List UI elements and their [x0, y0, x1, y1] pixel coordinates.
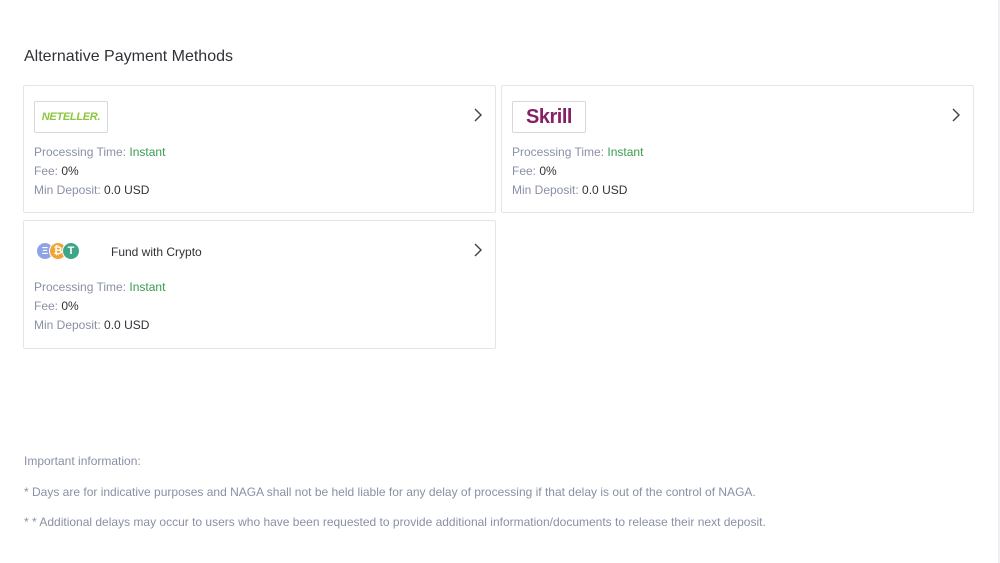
method-details: Processing Time: Instant Fee: 0% Min Dep… [34, 278, 165, 335]
chevron-right-icon [474, 243, 482, 257]
neteller-logo: NETELLER. [34, 101, 108, 133]
min-deposit-row: Min Deposit: 0.0 USD [34, 181, 165, 200]
fee-row: Fee: 0% [34, 162, 165, 181]
important-note-1: * Days are for indicative purposes and N… [24, 485, 756, 499]
processing-time-label: Processing Time: [34, 280, 127, 294]
processing-time-row: Processing Time: Instant [34, 143, 165, 162]
fee-row: Fee: 0% [34, 297, 165, 316]
min-deposit-row: Min Deposit: 0.0 USD [512, 181, 643, 200]
fee-label: Fee: [512, 164, 537, 178]
crypto-method-name: Fund with Crypto [111, 245, 202, 259]
processing-time-label: Processing Time: [512, 145, 605, 159]
chevron-right-icon [952, 108, 960, 122]
fee-value: 0% [61, 164, 79, 178]
section-title: Alternative Payment Methods [24, 48, 233, 65]
min-deposit-value: 0.0 USD [104, 318, 150, 332]
min-deposit-row: Min Deposit: 0.0 USD [34, 316, 165, 335]
processing-time-label: Processing Time: [34, 145, 127, 159]
crypto-coins-icon: Ξ ₿ T [36, 242, 82, 260]
payment-method-card-neteller[interactable]: NETELLER. Processing Time: Instant Fee: … [23, 85, 496, 213]
processing-time-value: Instant [607, 145, 644, 159]
method-details: Processing Time: Instant Fee: 0% Min Dep… [34, 143, 165, 200]
processing-time-value: Instant [129, 280, 166, 294]
payment-method-card-crypto[interactable]: Ξ ₿ T Fund with Crypto Processing Time: … [23, 220, 496, 349]
min-deposit-value: 0.0 USD [582, 183, 628, 197]
chevron-right-icon [474, 108, 482, 122]
processing-time-value: Instant [129, 145, 166, 159]
min-deposit-label: Min Deposit: [512, 183, 579, 197]
fee-row: Fee: 0% [512, 162, 643, 181]
fee-label: Fee: [34, 164, 59, 178]
min-deposit-label: Min Deposit: [34, 183, 101, 197]
fee-value: 0% [539, 164, 557, 178]
min-deposit-label: Min Deposit: [34, 318, 101, 332]
fee-label: Fee: [34, 299, 59, 313]
skrill-logo: Skrill [512, 101, 586, 133]
important-info-title: Important information: [24, 454, 141, 468]
min-deposit-value: 0.0 USD [104, 183, 150, 197]
processing-time-row: Processing Time: Instant [512, 143, 643, 162]
method-details: Processing Time: Instant Fee: 0% Min Dep… [512, 143, 643, 200]
tether-icon: T [62, 242, 80, 260]
fee-value: 0% [61, 299, 79, 313]
processing-time-row: Processing Time: Instant [34, 278, 165, 297]
skrill-logo-text: Skrill [526, 105, 572, 128]
neteller-logo-text: NETELLER. [41, 111, 101, 123]
payment-method-card-skrill[interactable]: Skrill Processing Time: Instant Fee: 0% … [501, 85, 974, 213]
payment-methods-page: Alternative Payment Methods NETELLER. Pr… [0, 0, 1000, 563]
important-note-2: * * Additional delays may occur to users… [24, 515, 766, 529]
